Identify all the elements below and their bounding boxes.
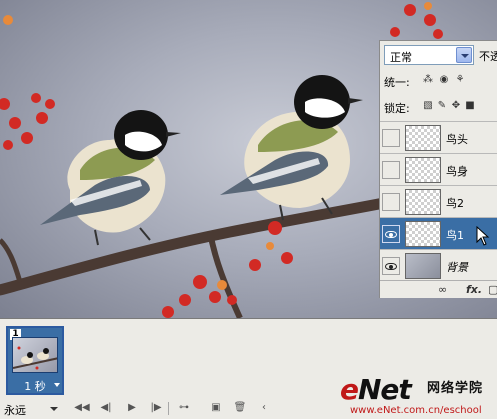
layer-thumbnail [405,157,441,183]
chevron-down-icon[interactable] [54,383,60,387]
visibility-toggle[interactable] [382,193,400,211]
mouse-cursor-icon [476,226,490,246]
animation-frame[interactable]: 1 1 秒 [6,326,64,395]
layers-footer: ∞ fx. ▢ [380,280,497,298]
layer-thumbnail [405,125,441,151]
eye-icon [385,263,397,270]
new-frame-icon[interactable]: ▣ [208,400,224,416]
blend-row: 正常 不透 [384,45,497,65]
visibility-toggle[interactable] [382,161,400,179]
loop-option[interactable]: 永远 [4,402,26,418]
layer-name: 鸟2 [446,197,464,210]
opacity-label: 不透 [479,50,497,63]
eye-icon [385,231,397,238]
tween-icon[interactable]: ⊶ [176,400,192,416]
blend-mode-value: 正常 [390,51,412,64]
fx-button[interactable]: fx. [466,283,482,296]
link-icon[interactable]: ∞ [438,283,447,296]
layer-thumbnail [405,221,441,247]
layer-name: 鸟1 [446,229,464,242]
unify-style-icon[interactable]: ⚘ [454,74,466,86]
next-frame-icon[interactable]: |▶ [148,400,164,416]
play-icon[interactable]: ▶ [124,400,140,416]
visibility-toggle[interactable] [382,257,400,275]
lock-label: 锁定: [384,102,410,115]
bird-right [220,75,363,221]
layer-thumbnail [405,253,441,279]
layer-row[interactable]: 鸟2 [380,185,497,217]
unify-row: 统一: ⁂ ◉ ⚘ [384,73,497,89]
chevron-down-icon[interactable] [456,47,472,63]
layer-name: 背景 [446,261,468,274]
mask-icon[interactable]: ▢ [488,283,497,296]
animation-toolbar: 永远 ◀◀ ◀| ▶ |▶ ⊶ ▣ 🗑 ‹ [0,399,280,419]
layer-name: 鸟身 [446,165,468,178]
delete-frame-icon[interactable]: 🗑 [232,400,248,416]
first-frame-icon[interactable]: ◀◀ [74,400,90,416]
watermark-url: www.eNet.com.cn/eschool [350,405,482,416]
unify-position-icon[interactable]: ⁂ [422,74,434,86]
layer-thumbnail [405,189,441,215]
watermark-chinese: 网络学院 [427,381,484,396]
panel-scroll-icon[interactable]: ‹ [256,400,272,416]
blend-mode-select[interactable]: 正常 [384,45,474,65]
layer-row-selected[interactable]: 鸟1 [380,217,497,249]
lock-all-icon[interactable]: ■ [464,100,476,112]
layer-row[interactable]: 背景 [380,249,497,281]
visibility-toggle[interactable] [382,129,400,147]
unify-visibility-icon[interactable]: ◉ [438,74,450,86]
previous-frame-icon[interactable]: ◀| [98,400,114,416]
enet-logo: eNet [340,373,412,406]
chevron-down-icon[interactable] [50,407,58,411]
bird-left [40,110,181,246]
layer-row[interactable]: 鸟身 [380,153,497,185]
toolbar-divider [168,402,169,415]
lock-position-icon[interactable]: ✥ [450,100,462,112]
layer-row[interactable]: 鸟头 [380,121,497,153]
layer-name: 鸟头 [446,133,468,146]
lock-pixels-icon[interactable]: ✎ [436,100,448,112]
frame-thumbnail [12,337,58,373]
layers-panel: 正常 不透 统一: ⁂ ◉ ⚘ 锁定: ▧ ✎ ✥ ■ 鸟头 鸟身 鸟2 鸟1 [379,40,497,298]
lock-transparency-icon[interactable]: ▧ [422,100,434,112]
unify-label: 统一: [384,76,410,89]
lock-row: 锁定: ▧ ✎ ✥ ■ [384,99,497,115]
visibility-toggle[interactable] [382,225,400,243]
animation-panel: 1 1 秒 永远 ◀◀ ◀| ▶ |▶ ⊶ ▣ 🗑 ‹ eNet 网络学院 ww… [0,318,497,419]
